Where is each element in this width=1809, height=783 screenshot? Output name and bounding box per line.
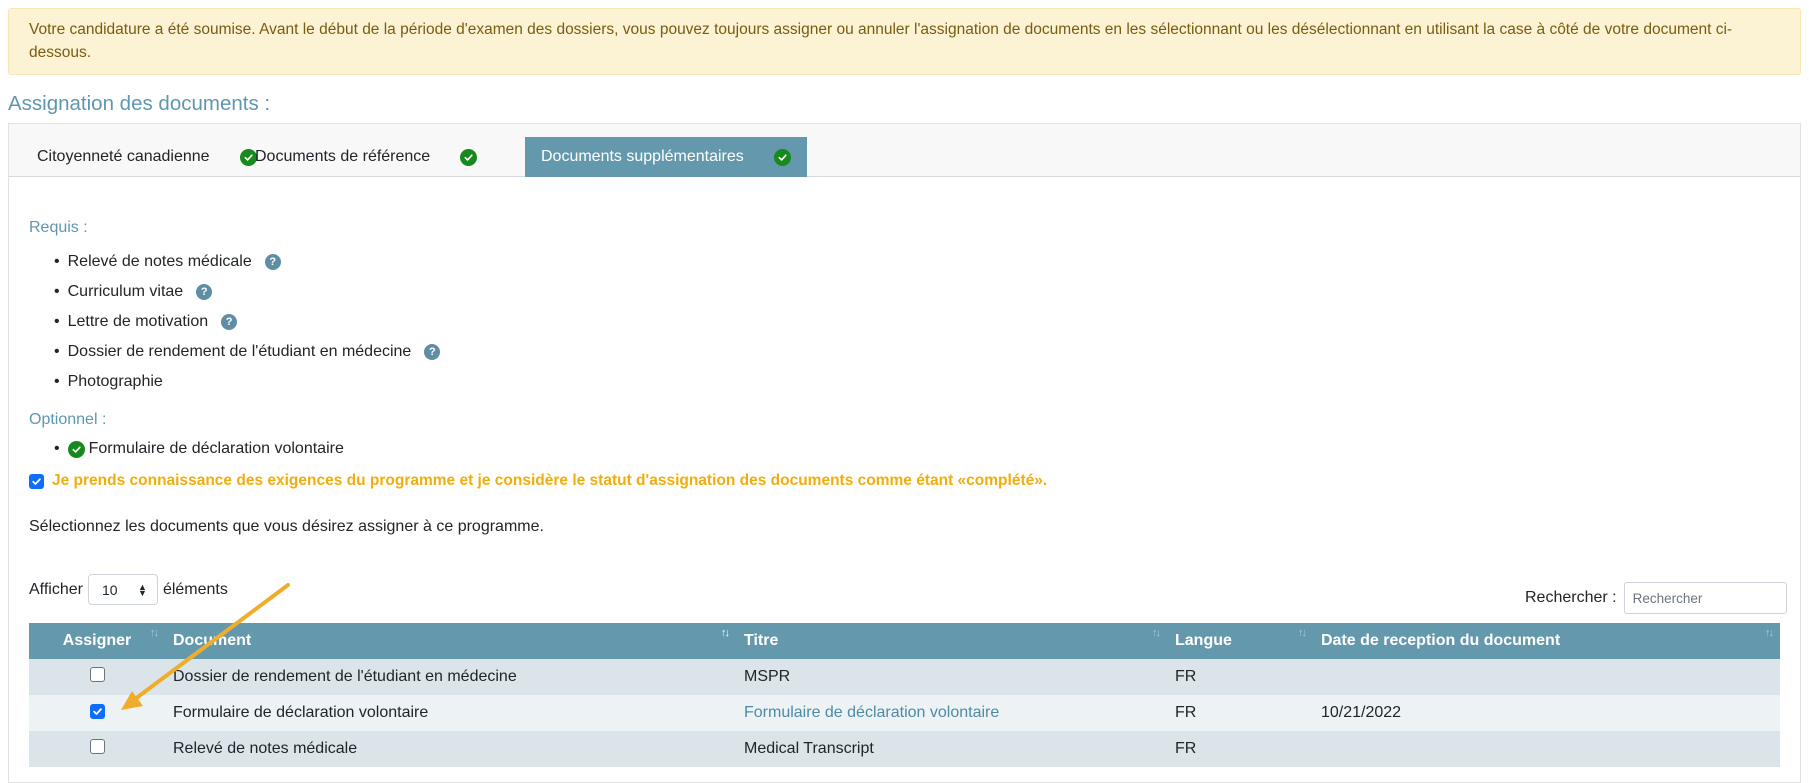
- list-item: Photographie: [54, 367, 440, 397]
- received-date-cell: 10/21/2022: [1313, 695, 1780, 731]
- column-label: Document: [173, 632, 252, 649]
- list-item: Curriculum vitae ?: [54, 277, 440, 307]
- table-row: Dossier de rendement de l'étudiant en mé…: [29, 659, 1780, 695]
- received-date-cell: [1313, 731, 1780, 767]
- help-icon[interactable]: ?: [424, 344, 441, 360]
- tab-reference-documents[interactable]: Documents de référence: [239, 137, 493, 177]
- documents-table: Assigner ↑↓ Document ↑↓ Titre ↑↓ Langue …: [29, 623, 1780, 767]
- column-header-assign[interactable]: Assigner ↑↓: [29, 623, 165, 659]
- column-header-title[interactable]: Titre ↑↓: [736, 623, 1167, 659]
- tab-label: Documents supplémentaires: [541, 148, 744, 165]
- column-header-language[interactable]: Langue ↑↓: [1167, 623, 1313, 659]
- tab-bar: Citoyenneté canadienne Documents de réfé…: [9, 124, 1800, 177]
- required-item-label: Relevé de notes médicale: [67, 253, 252, 270]
- sort-icon: ↑↓: [1152, 627, 1161, 639]
- length-suffix: éléments: [162, 580, 228, 598]
- tab-supplementary-documents[interactable]: Documents supplémentaires: [525, 137, 807, 177]
- table-header-row: Assigner ↑↓ Document ↑↓ Titre ↑↓ Langue …: [29, 623, 1780, 659]
- list-item: Dossier de rendement de l'étudiant en mé…: [54, 337, 441, 367]
- title-cell: MSPR: [736, 659, 1167, 695]
- optional-heading: Optionnel :: [29, 411, 107, 428]
- sort-icon: ↑↓: [150, 627, 159, 639]
- optional-item-label: Formulaire de déclaration volontaire: [88, 440, 344, 457]
- check-circle-icon: [773, 148, 791, 166]
- assign-checkbox[interactable]: [89, 704, 105, 719]
- required-item-label: Photographie: [67, 373, 163, 390]
- acknowledgement: Je prends connaissance des exigences du …: [29, 472, 1047, 490]
- search-input[interactable]: [1623, 582, 1787, 614]
- document-cell: Relevé de notes médicale: [165, 731, 736, 767]
- assign-cell: [29, 695, 165, 731]
- title-cell: Formulaire de déclaration volontaire: [736, 695, 1167, 731]
- language-cell: FR: [1167, 731, 1313, 767]
- column-label: Assigner: [62, 632, 132, 649]
- help-icon[interactable]: ?: [196, 284, 213, 300]
- tab-label: Citoyenneté canadienne: [37, 148, 210, 165]
- list-item: Formulaire de déclaration volontaire: [54, 435, 344, 463]
- length-prefix: Afficher: [29, 580, 83, 598]
- check-circle-icon: [460, 148, 478, 166]
- page-length-control: Afficher 10 ▲ ▼ éléments: [29, 574, 228, 605]
- column-label: Langue: [1175, 632, 1232, 649]
- check-circle-icon: [67, 440, 85, 458]
- acknowledgement-checkbox[interactable]: [29, 473, 44, 489]
- table-row: Relevé de notes médicale Medical Transcr…: [29, 731, 1780, 767]
- help-icon[interactable]: ?: [264, 254, 281, 270]
- required-item-label: Dossier de rendement de l'étudiant en mé…: [67, 343, 412, 360]
- column-label: Titre: [744, 632, 779, 649]
- title-cell: Medical Transcript: [736, 731, 1167, 767]
- table-row: Formulaire de déclaration volontaire For…: [29, 695, 1780, 731]
- assign-checkbox[interactable]: [89, 739, 105, 754]
- document-cell: Dossier de rendement de l'étudiant en mé…: [165, 659, 736, 695]
- tab-label: Documents de référence: [255, 148, 431, 165]
- search-label: Rechercher :: [1525, 589, 1617, 606]
- optional-documents-list: Formulaire de déclaration volontaire: [54, 435, 344, 463]
- table-search: Rechercher :: [1525, 582, 1787, 614]
- sort-ascending-icon: ↑↓: [721, 627, 730, 639]
- sort-updown-icon: ▲ ▼: [138, 581, 147, 598]
- alert-text: Votre candidature a été soumise. Avant l…: [29, 21, 1733, 61]
- page-length-select[interactable]: 10 ▲ ▼: [87, 574, 158, 605]
- section-title: Assignation des documents :: [8, 92, 271, 115]
- assign-cell: [29, 659, 165, 695]
- column-header-document[interactable]: Document ↑↓: [165, 623, 736, 659]
- submission-alert: Votre candidature a été soumise. Avant l…: [8, 8, 1801, 75]
- required-item-label: Curriculum vitae: [67, 283, 184, 300]
- column-label: Date de reception du document: [1321, 632, 1561, 649]
- language-cell: FR: [1167, 695, 1313, 731]
- column-header-received-date[interactable]: Date de reception du document ↑↓: [1313, 623, 1780, 659]
- tab-citizenship[interactable]: Citoyenneté canadienne: [21, 137, 273, 177]
- list-item: Lettre de motivation ?: [54, 307, 440, 337]
- title-link[interactable]: Formulaire de déclaration volontaire: [744, 704, 999, 721]
- list-item: Relevé de notes médicale ?: [54, 247, 440, 277]
- sort-icon: ↑↓: [1765, 627, 1774, 639]
- assign-checkbox[interactable]: [89, 667, 105, 682]
- language-cell: FR: [1167, 659, 1313, 695]
- required-item-label: Lettre de motivation: [67, 313, 209, 330]
- required-documents-list: Relevé de notes médicale ? Curriculum vi…: [54, 247, 441, 397]
- sort-icon: ↑↓: [1298, 627, 1307, 639]
- acknowledgement-text: Je prends connaissance des exigences du …: [52, 472, 1048, 489]
- page-length-value: 10: [101, 581, 118, 598]
- assign-cell: [29, 731, 165, 767]
- instructions-text: Sélectionnez les documents que vous dési…: [29, 518, 544, 535]
- document-cell: Formulaire de déclaration volontaire: [165, 695, 736, 731]
- required-heading: Requis :: [29, 219, 88, 236]
- help-icon[interactable]: ?: [221, 314, 238, 330]
- received-date-cell: [1313, 659, 1780, 695]
